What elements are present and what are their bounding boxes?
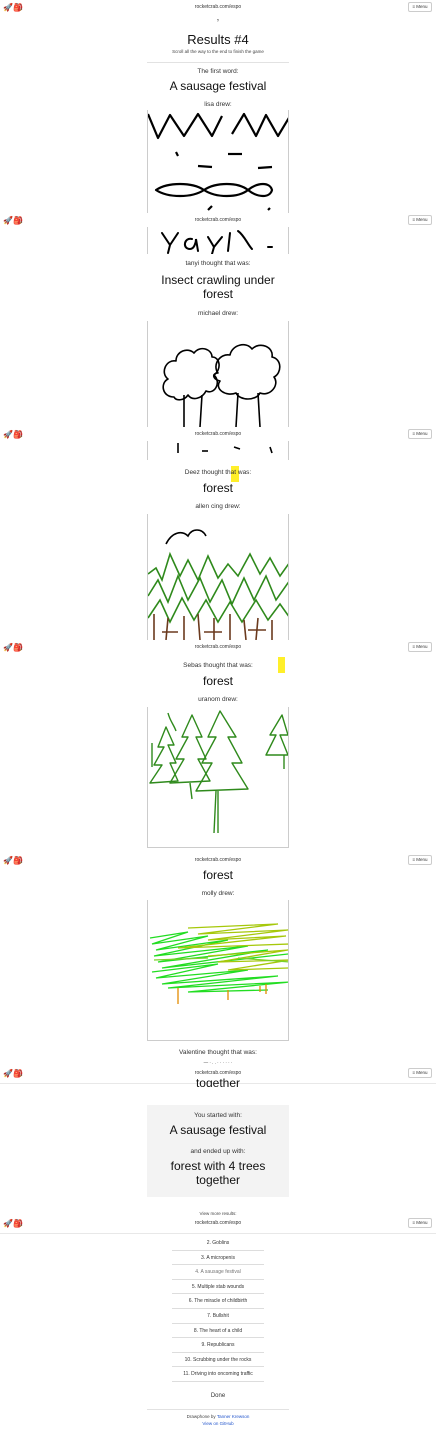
started-word: A sausage festival [169,1123,267,1137]
address-text: rocketcrab.com/espo [194,217,242,223]
drawer-label: allen cing drew: [195,503,241,510]
results-list: 2. Goblins 3. A micropenis 4. A sausage … [172,1236,264,1382]
top-bar: 🚀🎒 rocketcrab.com/espo ≡ Menu [0,640,436,658]
guess-label: Deez thought that was: [184,469,252,476]
drawer-label: lisa drew: [204,101,232,108]
footer-credit: Drawphone by Tanner Krewson [0,1414,436,1419]
author-link[interactable]: Tanner Krewson [217,1414,250,1419]
started-label: You started with: [194,1112,242,1119]
drawer-label: molly drew: [201,890,235,897]
partial-guess-text: together [195,1076,241,1087]
screenshot-stack: 🚀🎒 rocketcrab.com/espo ≡ Menu ʼ Results … [0,0,436,1429]
address-text: rocketcrab.com/espo [194,431,242,437]
results-list-item[interactable]: 2. Goblins [172,1236,264,1251]
first-word: A sausage festival [169,79,267,93]
drawer-label: uranom drew: [198,696,238,703]
drawing-canvas [147,707,289,848]
guess-label: Valentine thought that was: [179,1049,257,1056]
menu-button[interactable]: ≡ Menu [408,2,432,12]
drawer-label: michael drew: [197,310,239,317]
ended-word: forest with 4 trees together [170,1159,266,1187]
first-word-label: The first word: [197,68,239,75]
results-list-item[interactable]: 9. Republicans [172,1338,264,1353]
address-text: rocketcrab.com/espo [194,644,242,650]
address-text: rocketcrab.com/espo [194,1220,242,1226]
drawing-sausage [148,112,288,211]
divider [147,1409,289,1410]
drawing-trees [162,343,281,427]
results-list-item[interactable]: 3. A micropenis [172,1251,264,1266]
address-text: rocketcrab.com/espo [194,857,242,863]
drawing-scribble-forest [149,923,288,1004]
summary-box: You started with: A sausage festival and… [147,1105,289,1197]
ended-label: and ended up with: [190,1148,246,1155]
done-button[interactable]: Done [202,1389,234,1403]
drawing-pine-forest [148,529,288,640]
drawing-canvas [147,321,289,427]
results-list-item[interactable]: 11. Driving into oncoming traffic [172,1367,264,1382]
menu-button[interactable]: ≡ Menu [408,215,432,225]
footer-source: View on GitHub [0,1421,436,1426]
results-list-item-current: 4. A sausage festival [172,1265,264,1280]
results-list-item[interactable]: 7. Bullshit [172,1309,264,1324]
results-list-item[interactable]: 10. Scrubbing under the rocks [172,1353,264,1368]
results-list-item[interactable]: 5. Multiple stab wounds [172,1280,264,1295]
guess-label: tanyi thought that was: [185,260,251,267]
guess-text: forest [202,868,233,882]
drawing-canvas [147,514,289,640]
drawing-tree-bottoms [177,443,273,454]
partial-cut-text: — · . . · · · · · · [203,1060,233,1065]
guess-text: forest [202,481,233,495]
top-bar: 🚀🎒 rocketcrab.com/espo ≡ Menu [0,0,436,18]
top-bar: 🚀🎒 rocketcrab.com/espo ≡ Menu [0,1216,436,1234]
results-list-item[interactable]: 8. The heart of a child [172,1324,264,1339]
drawing-canvas [147,227,289,254]
menu-button[interactable]: ≡ Menu [408,855,432,865]
menu-button[interactable]: ≡ Menu [408,429,432,439]
view-more-label: View more results: [199,1211,237,1215]
guess-label: Sebas thought that was: [183,662,253,669]
guess-text: Insect crawling under forest [161,273,275,301]
drawing-canvas [147,441,289,460]
partial-glyph: ʼ [216,18,220,30]
drawing-green-pines [149,710,288,834]
footer-credit-prefix: Drawphone by [186,1414,217,1419]
drawing-yay [161,230,273,254]
drawing-canvas [147,110,289,213]
results-list-item[interactable]: 6. The miracle of childbirth [172,1294,264,1309]
results-subtitle: Scroll all the way to the end to finish … [172,49,264,54]
menu-button[interactable]: ≡ Menu [408,1218,432,1228]
divider [147,62,289,63]
guess-text: forest [202,674,233,688]
github-link[interactable]: View on GitHub [202,1421,233,1426]
address-text: rocketcrab.com/espo [194,4,242,10]
results-title: Results #4 [187,32,249,47]
menu-button[interactable]: ≡ Menu [408,642,432,652]
drawing-canvas [147,900,289,1041]
